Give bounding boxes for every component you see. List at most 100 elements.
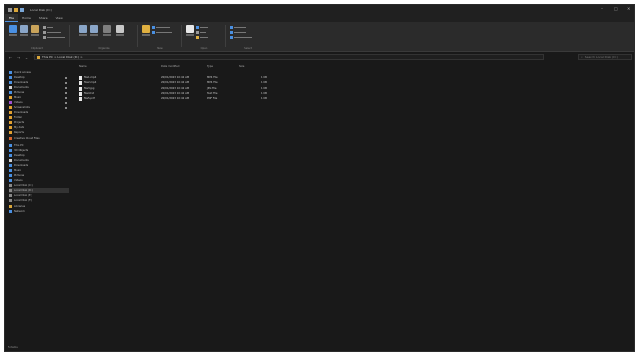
pin-icon[interactable] (65, 81, 67, 84)
file-date: 20/01/2023 10:42 AM (161, 91, 190, 95)
invert-selection-button[interactable] (230, 36, 252, 39)
nav-item-label: Projects (14, 121, 25, 124)
select-group: Select (228, 24, 268, 51)
new-folder-button[interactable] (142, 25, 150, 37)
nav-item-icon (9, 106, 12, 109)
nav-item[interactable]: Local Disk (F:) (9, 198, 69, 203)
maximize-icon[interactable]: □ (614, 7, 618, 11)
nav-item-icon (9, 164, 12, 167)
file-size: 1 KB (261, 97, 267, 101)
delete-button[interactable] (103, 25, 111, 37)
file-icon (79, 81, 82, 86)
file-size: 1 KB (261, 91, 267, 95)
forward-icon[interactable]: → (16, 55, 21, 60)
new-group: New (140, 24, 180, 51)
properties-icon[interactable] (20, 7, 24, 12)
copy-button[interactable] (20, 25, 28, 37)
nav-item[interactable]: Network (9, 209, 69, 214)
file-size: 1 KB (261, 76, 267, 79)
column-date-modified[interactable]: Date modified (161, 65, 179, 70)
properties-button[interactable] (186, 25, 194, 37)
pin-icon[interactable] (65, 101, 67, 104)
nav-item-label: Videos (14, 101, 23, 104)
tab-share[interactable]: Share (35, 14, 52, 22)
file-icon (79, 86, 82, 91)
copy-to-button[interactable] (90, 25, 98, 37)
history-button[interactable] (196, 36, 208, 39)
select-none-button[interactable] (230, 31, 246, 34)
search-input[interactable]: ⌕ Search Local Disk (D:) (578, 54, 632, 60)
file-date: 20/01/2023 10:42 AM (161, 81, 190, 85)
nav-item-icon (9, 91, 12, 94)
file-name: file2.mp4 (84, 81, 97, 85)
nav-item-label: This PC (14, 144, 24, 147)
address-row: ← → ⌄ ↑ This PC > Local Disk (D:) > ⌕ Se… (5, 53, 634, 61)
move-to-button[interactable] (79, 25, 87, 37)
easy-access-button[interactable] (152, 31, 172, 34)
edit-button[interactable] (196, 31, 206, 34)
file-row[interactable]: file3.jpg 20/01/2023 10:42 AM JPG File 1 KB (75, 86, 275, 91)
easy-access-icon (152, 31, 155, 34)
nav-item-icon (9, 81, 12, 84)
file-size: 1 KB (261, 81, 267, 85)
tab-file[interactable]: File (5, 14, 19, 22)
recent-icon[interactable]: ⌄ (24, 55, 29, 60)
nav-item-label: Desktop (14, 76, 25, 79)
nav-item-icon (9, 174, 12, 177)
open-button[interactable] (196, 26, 208, 29)
move-to-icon (79, 25, 87, 33)
pin-icon[interactable] (65, 96, 67, 99)
tab-home[interactable]: Home (18, 14, 35, 22)
pin-icon[interactable] (65, 106, 67, 109)
file-type: JPG File (207, 86, 217, 90)
explorer-window: Local Disk (D:) – □ ✕ File Home Share Vi… (4, 4, 635, 352)
file-type: MP4 File (207, 76, 218, 79)
file-row[interactable]: file4.txt 20/01/2023 10:42 AM Text File 1 K… (75, 91, 275, 96)
close-icon[interactable]: ✕ (627, 7, 631, 11)
search-placeholder: Search Local Disk (D:) (584, 55, 618, 59)
select-all-button[interactable] (230, 26, 246, 29)
file-name: file1.mp4 (84, 76, 97, 79)
nav-item-icon (9, 169, 12, 172)
window-icon (8, 7, 12, 12)
column-type[interactable]: Type (207, 65, 213, 70)
nav-item-label: Music (14, 169, 22, 172)
nav-item-icon (9, 96, 12, 99)
file-row[interactable]: file1.mp4 20/01/2023 10:42 AM MP4 File 1 KB (75, 76, 275, 80)
nav-item-label: Libraries (14, 205, 26, 208)
tab-view[interactable]: View (52, 14, 67, 22)
minimize-icon[interactable]: – (601, 7, 605, 11)
paste-shortcut-button[interactable] (43, 36, 65, 39)
invert-selection-icon (230, 36, 233, 39)
file-name: file5.pdf (84, 97, 95, 101)
column-name[interactable]: Name (79, 65, 87, 70)
nav-item[interactable]: Reports (9, 130, 69, 135)
nav-item[interactable]: Creative Cloud Files (9, 136, 69, 141)
address-bar[interactable]: This PC > Local Disk (D:) > (34, 54, 544, 60)
copy-path-button[interactable] (43, 31, 61, 34)
paste-button[interactable] (31, 25, 39, 37)
ribbon: Clipboard Organize New Open Select (5, 22, 634, 52)
new-folder-icon (142, 25, 150, 33)
ribbon-tabs: File Home Share View (5, 14, 634, 22)
folder-icon[interactable] (14, 7, 18, 12)
pin-icon[interactable] (65, 86, 67, 89)
clipboard-group: Clipboard (7, 24, 67, 51)
column-size[interactable]: Size (239, 65, 244, 70)
file-size: 1 KB (261, 86, 267, 90)
open-label: Open (200, 47, 208, 50)
address-path: This PC > Local Disk (D:) > (42, 55, 83, 59)
cut-button[interactable] (43, 26, 53, 29)
pin-icon[interactable] (65, 76, 67, 79)
new-item-button[interactable] (152, 26, 170, 29)
nav-item-label: Documents (14, 86, 29, 89)
file-row[interactable]: file2.mp4 20/01/2023 10:42 AM MP4 File 1 KB (75, 81, 275, 86)
rename-button[interactable] (116, 25, 124, 37)
back-icon[interactable]: ← (8, 55, 13, 60)
nav-item-icon (9, 194, 12, 197)
nav-item-icon (9, 159, 12, 162)
pin-icon[interactable] (65, 91, 67, 94)
nav-item-label: Pictures (14, 174, 25, 177)
pin-button[interactable] (9, 25, 17, 37)
file-row[interactable]: file5.pdf 20/01/2023 10:42 AM PDF File 1 KB (75, 97, 275, 102)
